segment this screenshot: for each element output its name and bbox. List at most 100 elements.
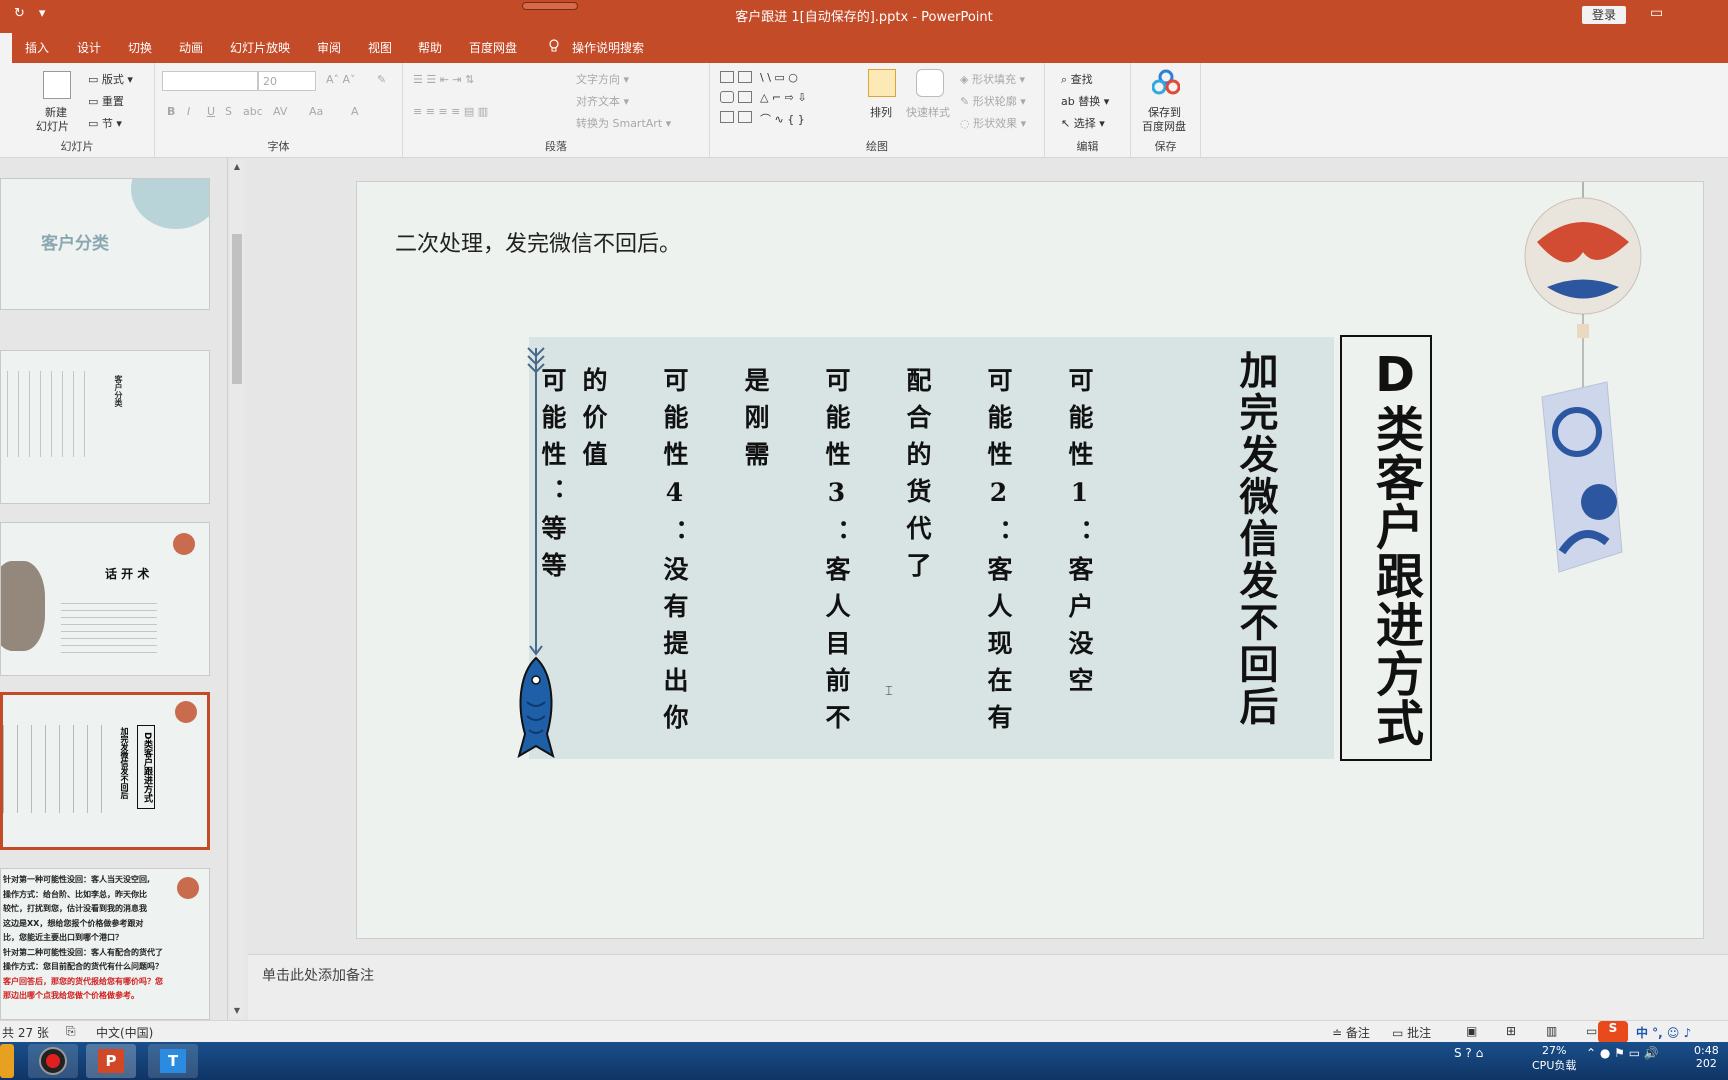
thumbnail-slide-5[interactable]: 针对第一种可能性没回：客人当天没空回, 操作方式：给台阶、比如李总，昨天你比 较…: [0, 868, 210, 1020]
sogou-ime-icon[interactable]: S: [1598, 1021, 1628, 1043]
thumbnail-slide-4-selected[interactable]: D类客户跟进方式 加完发微信发不回后: [0, 692, 210, 850]
possibility-2-text[interactable]: 可能性2：客人现在有: [984, 367, 1013, 741]
char-spacing-button[interactable]: AV: [273, 105, 287, 118]
thumbnail-slide-1[interactable]: 客户分类: [0, 178, 210, 310]
font-color-button[interactable]: A: [351, 105, 359, 118]
slide-title-box[interactable]: D类客户跟进方式: [1340, 335, 1432, 761]
baidu-label[interactable]: 百度网盘: [1142, 118, 1186, 134]
possibility-3-continued[interactable]: 是刚需: [741, 367, 770, 478]
tab-transitions[interactable]: 切换: [128, 39, 152, 56]
slide-subtitle[interactable]: 二次处理，发完微信不回后。: [395, 226, 681, 258]
scrollbar-thumb[interactable]: [232, 234, 242, 384]
shape-effects-label: 形状效果: [973, 117, 1018, 130]
tab-review[interactable]: 审阅: [317, 39, 341, 56]
slide-sorter-icon[interactable]: ⊞: [1506, 1024, 1516, 1038]
baidu-cloud-icon[interactable]: [1152, 69, 1180, 95]
text-direction-button[interactable]: 文字方向 ▾: [576, 71, 629, 87]
arrange-icon[interactable]: [868, 69, 896, 97]
thumbnail-slide-2[interactable]: 客户分类: [0, 350, 210, 504]
new-slide-icon[interactable]: [43, 71, 71, 99]
possibility-4-text[interactable]: 可能性4：没有提出你: [660, 367, 689, 741]
possibility-etc-text[interactable]: 可能性：等等: [538, 367, 567, 589]
arrange-label[interactable]: 排列: [870, 104, 892, 120]
strikethrough-button[interactable]: abc: [243, 105, 263, 118]
tab-slideshow[interactable]: 幻灯片放映: [230, 39, 290, 56]
ribbon-display-icon[interactable]: ▭: [1650, 5, 1663, 21]
shapes-gallery[interactable]: \ \ ▭ ○ △ ⌐ ⇨ ⇩ ⌒ ∿ { }: [720, 71, 870, 133]
possibility-2-continued[interactable]: 配合的货代了: [903, 367, 932, 589]
notes-placeholder[interactable]: 单击此处添加备注: [262, 965, 374, 985]
tab-design[interactable]: 设计: [77, 39, 101, 56]
shape-fill-label: 形状填充: [971, 73, 1016, 86]
tab-animations[interactable]: 动画: [179, 39, 203, 56]
change-case-button[interactable]: Aa: [309, 105, 323, 118]
thumbnail-slide-3[interactable]: 话 开 术: [0, 522, 210, 676]
spellcheck-icon[interactable]: ⎘: [66, 1024, 76, 1039]
tab-view[interactable]: 视图: [368, 39, 392, 56]
comments-button[interactable]: ▭ 批注: [1392, 1024, 1431, 1041]
layout-button[interactable]: ▭ 版式 ▾: [88, 71, 133, 87]
quick-styles-label[interactable]: 快速样式: [906, 104, 950, 120]
slides-group-name: 幻灯片: [60, 140, 94, 153]
editing-group-name: 编辑: [1076, 140, 1099, 153]
thumbnail-line: 操作方式：给台阶、比如李总，昨天你比: [3, 889, 147, 899]
italic-button[interactable]: I: [187, 105, 190, 118]
clear-format-icon[interactable]: ✎: [377, 73, 386, 86]
tell-me-search[interactable]: 操作说明搜索: [572, 39, 644, 56]
align-icons[interactable]: ≡ ≡ ≡ ≡ ▤ ▥: [413, 105, 488, 118]
save-group: 保存到 百度网盘 保存: [1131, 63, 1201, 158]
shape-effects-button[interactable]: ◌ 形状效果 ▾: [960, 115, 1026, 131]
scroll-down-icon[interactable]: ▼: [232, 1006, 242, 1016]
normal-view-icon[interactable]: ▣: [1466, 1024, 1477, 1038]
bold-button[interactable]: B: [167, 105, 175, 118]
tab-home[interactable]: [0, 33, 12, 63]
tab-baidu-netdisk[interactable]: 百度网盘: [469, 39, 517, 56]
select-button[interactable]: ↖ 选择 ▾: [1061, 115, 1105, 131]
clock-time: 0:48: [1694, 1044, 1719, 1057]
recorder-app-icon[interactable]: [28, 1044, 78, 1078]
ime-status-icons[interactable]: 中 °, ☺ ♪: [1636, 1024, 1691, 1041]
start-partial-icon[interactable]: [0, 1044, 14, 1078]
find-button[interactable]: ⌕ 查找: [1061, 71, 1093, 87]
powerpoint-app-icon[interactable]: P: [86, 1044, 136, 1078]
login-button[interactable]: 登录: [1582, 6, 1626, 24]
save-group-name: 保存: [1154, 140, 1177, 153]
possibility-4-continued[interactable]: 的价值: [579, 367, 608, 478]
font-grow-icon[interactable]: A˄ A˅: [326, 73, 356, 86]
pinned-app-icon[interactable]: T: [148, 1044, 198, 1078]
tab-help[interactable]: 帮助: [418, 39, 442, 56]
thumbnail-figure: [1, 561, 45, 651]
possibility-1-text[interactable]: 可能性1：客户没空: [1065, 367, 1094, 704]
slideshow-view-icon[interactable]: ▭: [1586, 1024, 1597, 1038]
thumbnails-scrollbar[interactable]: ▲ ▼: [230, 160, 244, 1018]
scroll-up-icon[interactable]: ▲: [232, 162, 242, 172]
tray-icons[interactable]: S ? ⌂: [1454, 1046, 1483, 1060]
notes-pane[interactable]: 单击此处添加备注: [248, 954, 1728, 1020]
slide-canvas[interactable]: 二次处理，发完微信不回后。 可能性1：客户没空 可能性2：客人现在有 配合的货代…: [356, 181, 1704, 939]
quick-styles-icon[interactable]: [916, 69, 944, 97]
font-size-box[interactable]: 20: [258, 71, 316, 91]
align-text-button[interactable]: 对齐文本 ▾: [576, 93, 629, 109]
clock[interactable]: 0:48 202: [1694, 1044, 1719, 1070]
editing-group: ⌕ 查找 ab 替换 ▾ ↖ 选择 ▾ 编辑: [1045, 63, 1131, 158]
shape-fill-button[interactable]: ◈ 形状填充 ▾: [960, 71, 1025, 87]
underline-button[interactable]: U: [207, 105, 215, 118]
slide-heading[interactable]: 加完发微信发不回后: [1227, 350, 1283, 728]
thumbnail-line-red: 客户回答后，那您的货代报给您有哪价吗？您: [3, 976, 163, 986]
language-indicator[interactable]: 中文(中国): [96, 1024, 153, 1041]
replace-button[interactable]: ab 替换 ▾: [1061, 93, 1109, 109]
shape-outline-button[interactable]: ✎ 形状轮廓 ▾: [960, 93, 1026, 109]
possibility-3-text[interactable]: 可能性3：客人目前不: [822, 367, 851, 741]
tab-insert[interactable]: 插入: [25, 39, 49, 56]
tray-system-icons[interactable]: ⌃ ● ⚑ ▭ 🔊: [1586, 1046, 1659, 1060]
bullets-icon[interactable]: ☰ ☰ ⇤ ⇥ ⇅: [413, 73, 474, 86]
shadow-button[interactable]: S: [225, 105, 232, 118]
new-slide-label2[interactable]: 幻灯片: [36, 118, 69, 134]
font-name-box[interactable]: [162, 71, 258, 91]
notes-button[interactable]: ≐ 备注: [1332, 1024, 1370, 1041]
reading-view-icon[interactable]: ▥: [1546, 1024, 1557, 1038]
section-button[interactable]: ▭ 节 ▾: [88, 115, 122, 131]
reset-button[interactable]: ▭ 重置: [88, 93, 124, 109]
slide-count: 共 27 张: [2, 1026, 49, 1040]
smartart-button[interactable]: 转换为 SmartArt ▾: [576, 115, 671, 131]
